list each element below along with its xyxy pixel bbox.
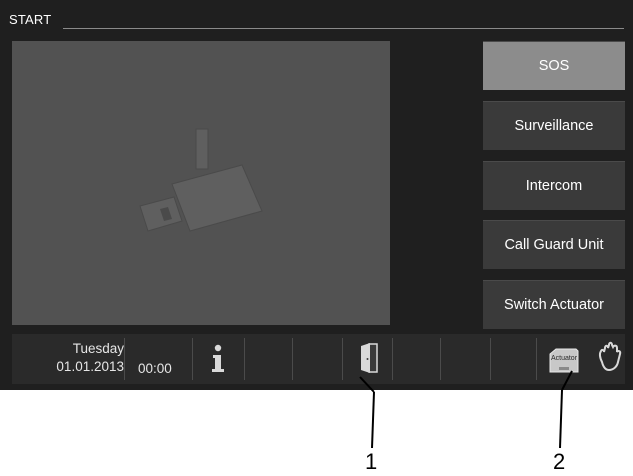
intercom-panel: START SOS Surveillance Intercom Call Gua… [0, 0, 633, 390]
title-underline [63, 28, 624, 29]
divider [490, 338, 491, 380]
intercom-button[interactable]: Intercom [483, 161, 625, 210]
divider [124, 338, 125, 380]
time-label: 00:00 [138, 361, 172, 376]
divider [536, 338, 537, 380]
call-guard-unit-button[interactable]: Call Guard Unit [483, 220, 625, 269]
video-preview [12, 41, 390, 325]
callout-label-2: 2 [553, 449, 566, 474]
surveillance-button[interactable]: Surveillance [483, 101, 625, 150]
title-bar: START [9, 12, 624, 30]
divider [192, 338, 193, 380]
camera-placeholder-icon [139, 128, 263, 232]
switch-actuator-button[interactable]: Switch Actuator [483, 280, 625, 329]
status-bar: Tuesday 01.01.2013 00:00 Actuator [12, 334, 625, 384]
date-display: Tuesday 01.01.2013 [18, 340, 124, 376]
hand-icon[interactable] [596, 340, 624, 374]
sos-button[interactable]: SOS [483, 41, 625, 90]
callout-label-1: 1 [365, 449, 378, 474]
door-icon[interactable] [358, 342, 382, 374]
divider [440, 338, 441, 380]
screen-title: START [9, 12, 52, 27]
divider [292, 338, 293, 380]
day-label: Tuesday [72, 341, 124, 356]
info-icon[interactable] [208, 344, 228, 374]
divider [392, 338, 393, 380]
divider [244, 338, 245, 380]
divider [342, 338, 343, 380]
date-label: 01.01.2013 [56, 359, 124, 374]
actuator-label: Actuator [550, 355, 578, 362]
